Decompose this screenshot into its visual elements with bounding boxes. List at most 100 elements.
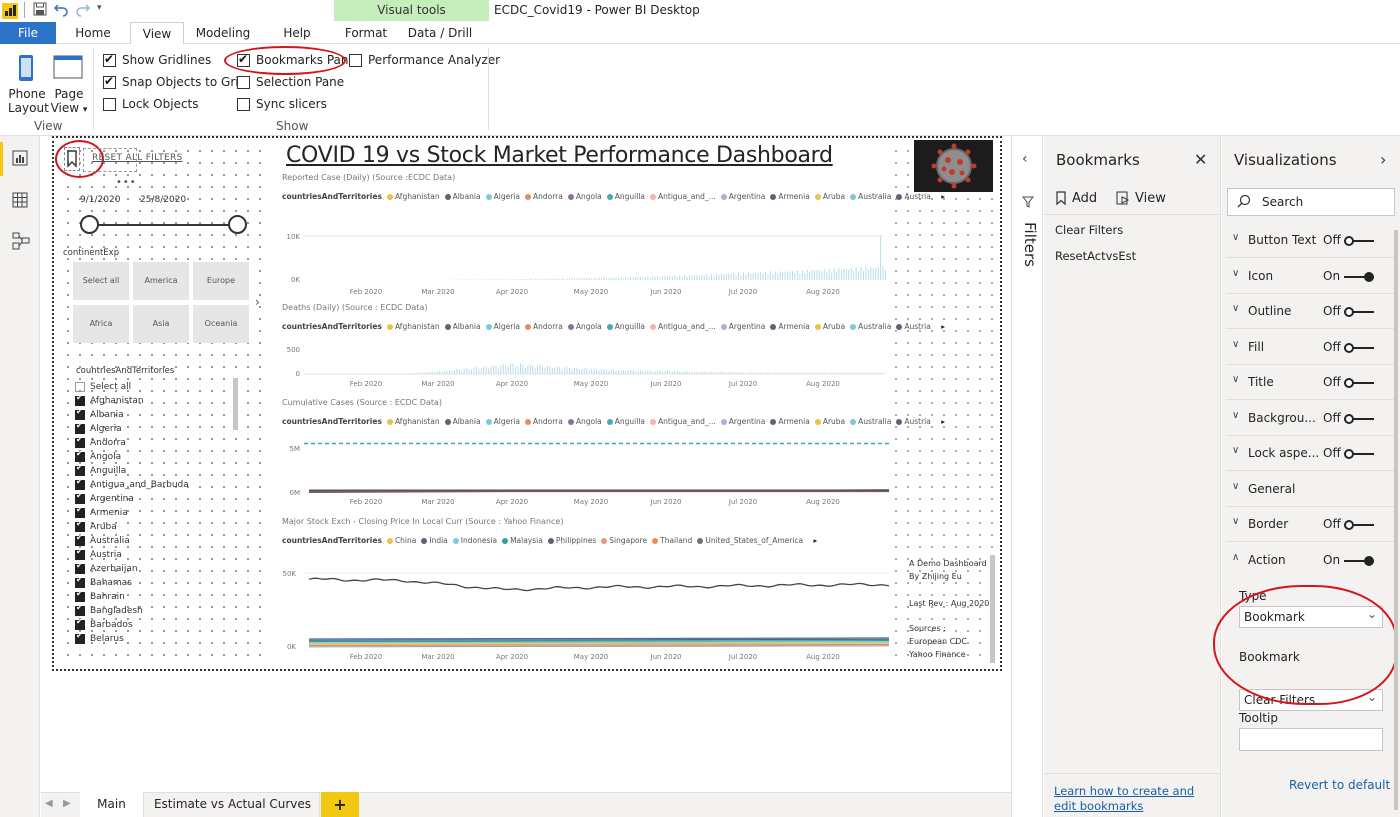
chart-bar[interactable] xyxy=(794,272,796,280)
chart-bar[interactable] xyxy=(600,369,602,374)
chart-bar[interactable] xyxy=(549,278,551,280)
chart-bar[interactable] xyxy=(600,278,602,280)
chart-bar[interactable] xyxy=(762,372,764,374)
chart-bar[interactable] xyxy=(527,365,529,374)
chart-bar[interactable] xyxy=(848,372,850,374)
legend-entry[interactable]: Aruba xyxy=(823,417,845,426)
chart-bar[interactable] xyxy=(483,279,485,280)
chart-bar[interactable] xyxy=(603,277,605,280)
chart-bar[interactable] xyxy=(471,369,472,374)
view-bookmarks-button[interactable]: View xyxy=(1116,191,1166,206)
chart-bar[interactable] xyxy=(556,278,558,280)
chart-bar[interactable] xyxy=(402,373,404,374)
chart-bar[interactable] xyxy=(791,270,793,280)
chart-bar[interactable] xyxy=(497,279,499,280)
chart-bar[interactable] xyxy=(853,270,855,280)
chart-bar[interactable] xyxy=(880,373,882,374)
chart-bar[interactable] xyxy=(429,371,431,374)
chart-bar[interactable] xyxy=(850,372,852,374)
chart-bar[interactable] xyxy=(426,372,428,374)
format-section-icon[interactable]: ∨ Icon On xyxy=(1226,259,1398,294)
chart-bar[interactable] xyxy=(620,277,622,280)
chart-bar[interactable] xyxy=(691,371,693,374)
chart-bar[interactable] xyxy=(779,271,781,280)
chart-bar[interactable] xyxy=(659,276,661,280)
legend-entry[interactable]: Anguilla xyxy=(615,192,645,201)
chart-bar[interactable] xyxy=(573,278,575,280)
tooltip-input[interactable] xyxy=(1239,728,1383,751)
chart-bar[interactable] xyxy=(615,277,617,280)
chart-bar[interactable] xyxy=(870,267,872,280)
legend-entry[interactable]: Argentina xyxy=(729,417,766,426)
legend-entry[interactable]: Austria xyxy=(904,322,931,331)
chart-bar[interactable] xyxy=(885,269,887,280)
chart-bar[interactable] xyxy=(490,279,492,280)
chart-bar[interactable] xyxy=(703,371,705,374)
snap-to-grid-checkbox[interactable]: Snap Objects to Grid xyxy=(103,74,246,89)
chart-bar[interactable] xyxy=(512,279,514,280)
chart-bar[interactable] xyxy=(458,369,460,374)
chart-bar[interactable] xyxy=(877,267,879,280)
chart-bar[interactable] xyxy=(500,365,502,374)
toggle-switch[interactable] xyxy=(1344,378,1374,388)
chart-bar[interactable] xyxy=(431,372,433,374)
chart-bar[interactable] xyxy=(581,278,583,280)
legend-entry[interactable]: Austria xyxy=(904,417,931,426)
chart-bar[interactable] xyxy=(595,369,597,374)
continent-asia[interactable]: Asia xyxy=(133,305,189,343)
chart-bar[interactable] xyxy=(571,369,573,374)
chart-bar[interactable] xyxy=(872,373,874,374)
chart-bar[interactable] xyxy=(618,370,619,374)
selection-pane-checkbox[interactable]: Selection Pane xyxy=(237,75,344,89)
chart-bar[interactable] xyxy=(863,271,864,280)
next-page-arrow-icon[interactable]: ▶ xyxy=(63,798,71,809)
chart-bar[interactable] xyxy=(750,273,752,280)
chart-bar[interactable] xyxy=(635,371,637,374)
chart-bar[interactable] xyxy=(610,277,612,280)
chart-bar[interactable] xyxy=(875,267,877,280)
chart-bar[interactable] xyxy=(468,368,470,374)
chart-bar[interactable] xyxy=(456,369,458,374)
chart-bar[interactable] xyxy=(703,275,705,280)
legend-entry[interactable]: Anguilla xyxy=(615,322,645,331)
customize-toolbar-icon[interactable]: ▾ xyxy=(97,3,102,13)
chart-bar[interactable] xyxy=(811,372,813,374)
chart-bar[interactable] xyxy=(681,371,683,374)
chart-bar[interactable] xyxy=(728,372,730,374)
chart-bar[interactable] xyxy=(752,272,754,280)
legend-entry[interactable]: United_States_of_America xyxy=(705,536,803,545)
chart-bar[interactable] xyxy=(608,370,610,374)
chart-bar[interactable] xyxy=(488,279,490,280)
chart-bar[interactable] xyxy=(716,372,717,374)
filters-pane-label[interactable]: Filters xyxy=(1021,222,1039,267)
legend-next-icon[interactable]: ▸ xyxy=(939,192,945,201)
list-item[interactable]: Aruba xyxy=(75,519,189,534)
chart-bar[interactable] xyxy=(409,373,411,374)
legend-entry[interactable]: Indonesia xyxy=(461,536,497,545)
chart-bar[interactable] xyxy=(534,278,536,280)
list-item[interactable]: Armenia xyxy=(75,505,189,520)
chart-bar[interactable] xyxy=(823,268,825,280)
chart-bar[interactable] xyxy=(593,277,595,280)
chart-bar[interactable] xyxy=(583,278,585,280)
chart-bar[interactable] xyxy=(836,373,838,374)
bookmark-item-resetactvsest[interactable]: ResetActvsEst xyxy=(1055,249,1136,263)
chart-bar[interactable] xyxy=(625,371,627,374)
list-item[interactable]: Angola xyxy=(75,449,189,464)
chart-bar[interactable] xyxy=(517,279,519,280)
chart-bar[interactable] xyxy=(821,271,823,280)
chart-bar[interactable] xyxy=(399,373,401,374)
chart-bar[interactable] xyxy=(515,279,517,280)
chart-bar[interactable] xyxy=(632,370,634,374)
chart-series-line[interactable] xyxy=(308,577,890,592)
legend-entry[interactable]: Andorra xyxy=(533,417,563,426)
chart-bar[interactable] xyxy=(860,372,862,374)
dashboard-title[interactable]: COVID 19 vs Stock Market Performance Das… xyxy=(286,143,833,168)
toggle-switch[interactable] xyxy=(1344,449,1374,459)
chart-bar[interactable] xyxy=(649,277,651,280)
chart-bar[interactable] xyxy=(713,371,715,374)
virus-image[interactable] xyxy=(914,140,993,192)
chart-bar[interactable] xyxy=(551,278,553,280)
legend-entry[interactable]: Albania xyxy=(453,322,481,331)
chart-bar[interactable] xyxy=(488,368,490,374)
